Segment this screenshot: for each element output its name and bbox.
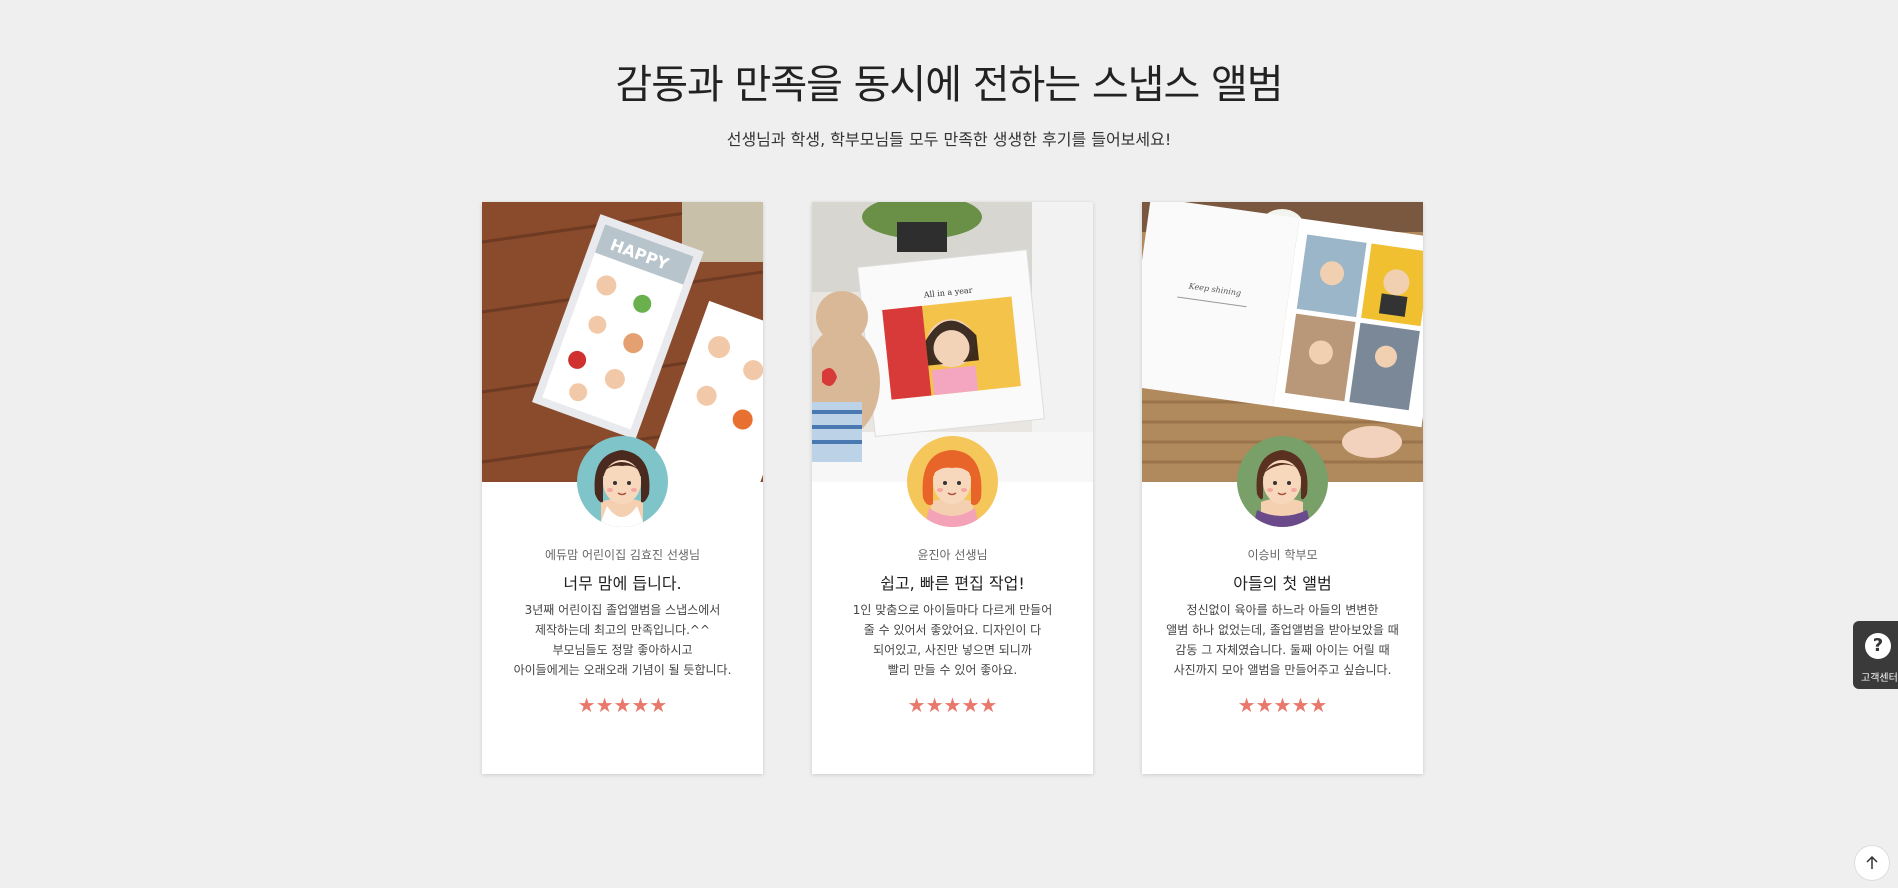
scroll-top-button[interactable] <box>1854 845 1890 881</box>
teacher-avatar-yellow-icon <box>907 436 998 527</box>
reviewer-name: 윤진아 선생님 <box>917 548 988 562</box>
review-body: 1인 맞춤으로 아이들마다 다르게 만들어 줄 수 있어서 좋았어요. 디자인이… <box>822 600 1083 680</box>
review-body-line: 부모님들도 정말 좋아하시고 <box>552 643 693 657</box>
reviewer-name: 이승비 학부모 <box>1247 548 1318 562</box>
reviewer-avatar <box>577 436 668 527</box>
review-body: 3년째 어린이집 졸업앨범을 스냅스에서 제작하는데 최고의 만족입니다.^^ … <box>492 600 753 680</box>
review-body-line: 감동 그 자체였습니다. 둘째 아이는 어릴 때 <box>1175 643 1390 657</box>
review-card: HAPPY 에듀맘 어린이집 김효진 선생님 너무 맘에 듭니다. 3년째 어린… <box>482 202 763 774</box>
reviewer-name: 에듀맘 어린이집 김효진 선생님 <box>545 548 700 562</box>
star-rating: ★★★★★ <box>907 693 998 717</box>
page-title: 감동과 만족을 동시에 전하는 스냅스 앨범 <box>615 62 1283 108</box>
customer-center-label: 고객센터 <box>1861 673 1898 684</box>
help-icon: ? <box>1865 633 1891 659</box>
review-body: 정신없이 육아를 하느라 아들의 변변한 앨범 하나 없었는데, 졸업앨범을 받… <box>1152 600 1413 680</box>
review-body-line: 되어있고, 사진만 넣으면 되니까 <box>873 643 1032 657</box>
review-body-line: 3년째 어린이집 졸업앨범을 스냅스에서 <box>524 603 721 617</box>
review-card: All in a year 윤진아 선생님 쉽고, 빠른 편집 작업! 1인 맞… <box>812 202 1093 774</box>
review-card: Keep shining 이승비 학부모 아들의 첫 앨범 정신없이 육아를 하… <box>1142 202 1423 774</box>
star-rating: ★★★★★ <box>577 693 668 717</box>
arrow-up-icon <box>1866 855 1878 869</box>
star-rating: ★★★★★ <box>1237 693 1328 717</box>
review-body-line: 줄 수 있어서 좋았어요. 디자인이 다 <box>863 623 1042 637</box>
review-title: 쉽고, 빠른 편집 작업! <box>880 574 1025 593</box>
reviewer-avatar <box>907 436 998 527</box>
review-body-line: 사진까지 모아 앨범을 만들어주고 싶습니다. <box>1173 663 1392 677</box>
review-body-line: 1인 맞춤으로 아이들마다 다르게 만들어 <box>852 603 1053 617</box>
teacher-avatar-teal-icon <box>577 436 668 527</box>
review-title: 너무 맘에 듭니다. <box>563 574 682 593</box>
review-body-line: 정신없이 육아를 하느라 아들의 변변한 <box>1186 603 1379 617</box>
review-body-line: 빨리 만들 수 있어 좋아요. <box>887 663 1018 677</box>
review-cards: HAPPY 에듀맘 어린이집 김효진 선생님 너무 맘에 듭니다. 3년째 어린… <box>482 202 1423 774</box>
review-title: 아들의 첫 앨범 <box>1233 574 1332 593</box>
customer-center-button[interactable]: ? 고객센터 <box>1853 621 1898 689</box>
review-body-line: 아이들에게는 오래오래 기념이 될 듯합니다. <box>513 663 732 677</box>
review-body-line: 제작하는데 최고의 만족입니다.^^ <box>534 623 711 637</box>
page-subtitle: 선생님과 학생, 학부모님들 모두 만족한 생생한 후기를 들어보세요! <box>726 130 1172 149</box>
review-body-line: 앨범 하나 없었는데, 졸업앨범을 받아보았을 때 <box>1166 623 1399 637</box>
reviewer-avatar <box>1237 436 1328 527</box>
parent-avatar-green-icon <box>1237 436 1328 527</box>
